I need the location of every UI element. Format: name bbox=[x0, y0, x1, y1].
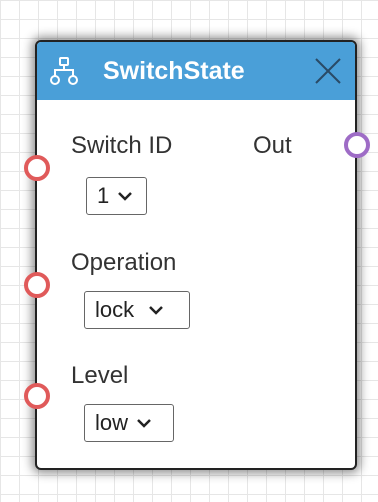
node-title: SwitchState bbox=[103, 57, 245, 85]
chevron-down-icon bbox=[149, 306, 164, 315]
out-label: Out bbox=[253, 132, 292, 159]
operation-input-port[interactable] bbox=[24, 272, 50, 298]
level-input-port[interactable] bbox=[24, 383, 50, 409]
operation-select[interactable]: lock bbox=[84, 291, 190, 329]
switch-id-input-port[interactable] bbox=[24, 155, 50, 181]
level-select[interactable]: low bbox=[84, 404, 174, 442]
switch-id-select[interactable]: 1 bbox=[86, 177, 147, 215]
out-output-port[interactable] bbox=[344, 132, 370, 158]
switch-id-label: Switch ID bbox=[71, 132, 173, 159]
node-header[interactable]: SwitchState bbox=[37, 42, 355, 100]
operation-value: lock bbox=[95, 297, 135, 322]
level-label: Level bbox=[71, 362, 129, 389]
hierarchy-icon bbox=[50, 57, 78, 85]
chevron-down-icon bbox=[118, 192, 133, 201]
close-icon[interactable] bbox=[313, 56, 343, 86]
chevron-down-icon bbox=[137, 419, 151, 428]
switch-state-node[interactable]: SwitchState Switch ID Out 1 Operation lo… bbox=[35, 40, 357, 470]
level-value: low bbox=[95, 410, 129, 435]
switch-id-value: 1 bbox=[97, 183, 110, 208]
operation-label: Operation bbox=[71, 249, 177, 276]
